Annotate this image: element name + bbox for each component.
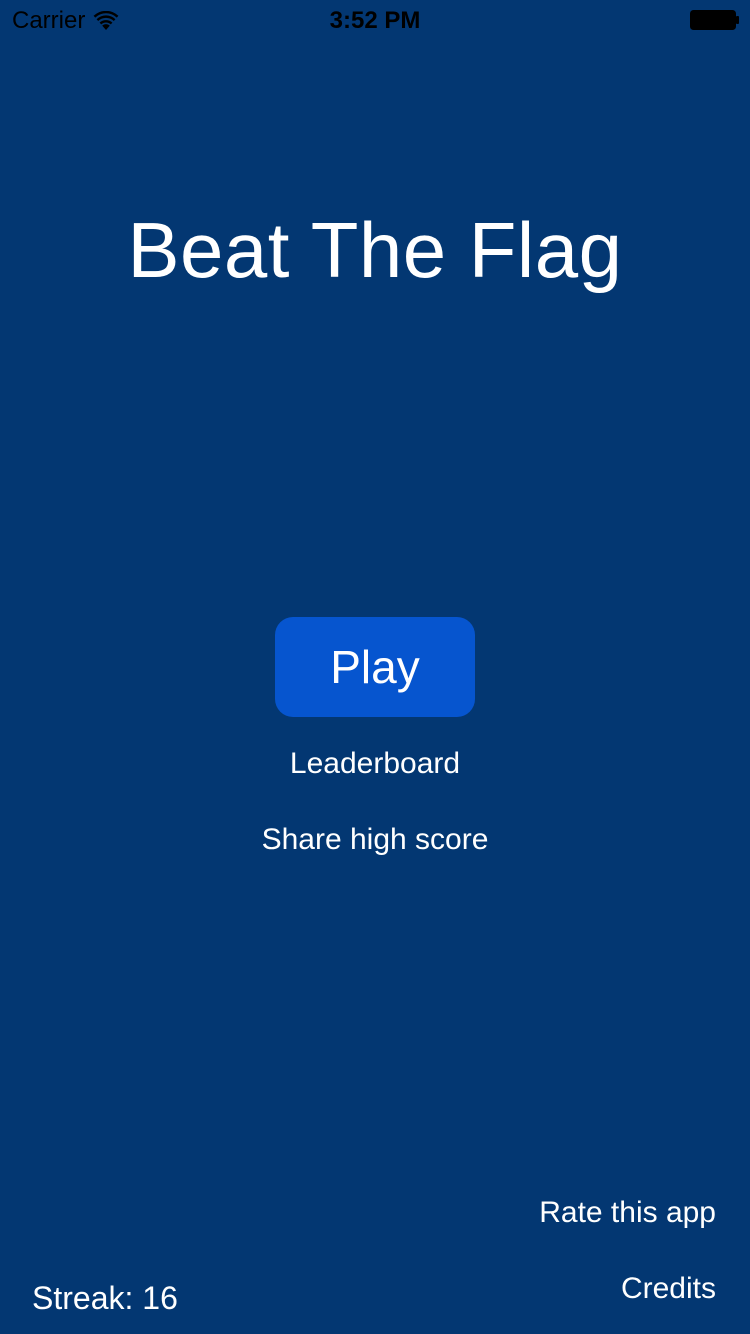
app-title: Beat The Flag: [127, 206, 623, 294]
streak-counter: Streak: 16: [32, 1280, 178, 1316]
share-high-score-button[interactable]: Share high score: [0, 820, 750, 860]
status-bar: Carrier 3:52 PM: [0, 0, 750, 40]
leaderboard-button[interactable]: Leaderboard: [0, 744, 750, 784]
credits-button[interactable]: Credits: [621, 1269, 716, 1309]
battery-icon: [690, 10, 739, 30]
rate-app-button[interactable]: Rate this app: [539, 1193, 716, 1233]
status-time: 3:52 PM: [329, 7, 421, 34]
play-button[interactable]: Play: [275, 617, 475, 717]
